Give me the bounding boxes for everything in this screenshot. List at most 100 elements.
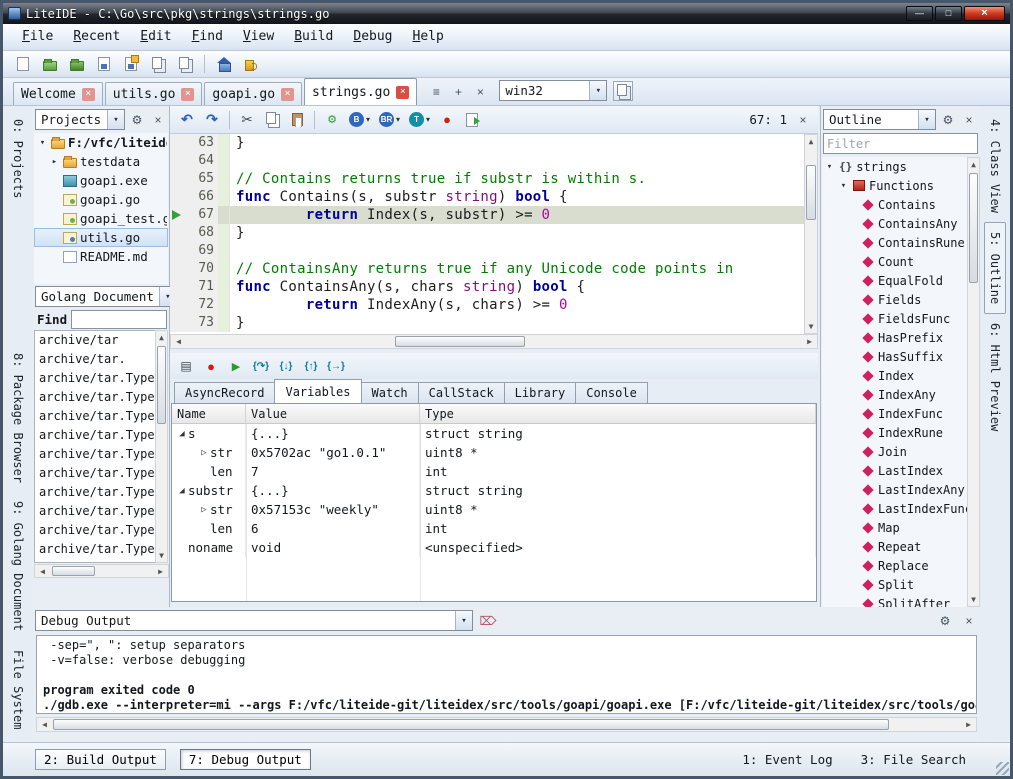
debug-start-icon[interactable]: ● bbox=[436, 109, 458, 131]
session-icon[interactable] bbox=[174, 53, 196, 75]
scroll-up-icon[interactable]: ▲ bbox=[968, 158, 979, 171]
tab-close-icon[interactable]: × bbox=[82, 88, 95, 101]
clear-output-icon[interactable]: ⌦ bbox=[479, 612, 497, 630]
expand-arrow-icon[interactable]: ▾ bbox=[824, 162, 835, 172]
golang-document-combo[interactable]: Golang Document ▾ bbox=[35, 286, 177, 307]
doc-list-item[interactable]: archive/tar.TypeCont bbox=[35, 407, 167, 426]
code-line[interactable]: 70// ContainsAny returns true if any Uni… bbox=[170, 260, 804, 278]
doc-list-item[interactable]: archive/tar bbox=[35, 331, 167, 350]
scroll-right-icon[interactable]: ▶ bbox=[961, 718, 976, 731]
breakpoint-margin[interactable] bbox=[170, 152, 184, 170]
rail-item-file-system[interactable]: File System bbox=[8, 641, 28, 738]
rail-item-5-outline[interactable]: 5: Outline bbox=[984, 222, 1006, 314]
outline-function-index[interactable]: Index bbox=[822, 366, 967, 385]
scroll-thumb[interactable] bbox=[52, 566, 95, 576]
tab-close-icon[interactable]: × bbox=[181, 88, 194, 101]
scroll-left-icon[interactable]: ◀ bbox=[35, 565, 50, 577]
outline-function-splitafter[interactable]: SplitAfter bbox=[822, 594, 967, 607]
tab-close-icon[interactable]: × bbox=[396, 86, 409, 99]
code-line[interactable]: 72 return IndexAny(s, chars) >= 0 bbox=[170, 296, 804, 314]
status-label-1-event-log[interactable]: 1: Event Log bbox=[742, 752, 832, 767]
stop-debug-icon[interactable]: ● bbox=[201, 356, 221, 376]
code-line[interactable]: 67 return Index(s, substr) >= 0 bbox=[170, 206, 804, 224]
status-button-2-build-output[interactable]: 2: Build Output bbox=[35, 749, 166, 770]
scroll-thumb[interactable] bbox=[157, 346, 166, 424]
status-button-7-debug-output[interactable]: 7: Debug Output bbox=[180, 749, 311, 770]
test-menu-button[interactable]: T▾ bbox=[406, 110, 433, 129]
file-list-icon[interactable]: ≡ bbox=[427, 83, 445, 101]
expand-arrow-icon[interactable]: ▸ bbox=[49, 157, 60, 167]
doc-list-item[interactable]: archive/tar. bbox=[35, 350, 167, 369]
doc-list-item[interactable]: archive/tar.TypeFifo bbox=[35, 445, 167, 464]
debug-tab-variables[interactable]: Variables bbox=[274, 379, 361, 403]
new-file-icon[interactable] bbox=[12, 53, 34, 75]
close-editor-icon[interactable]: × bbox=[794, 111, 812, 129]
tree-item-f-vfc-liteide-g[interactable]: ▾F:/vfc/liteide-g bbox=[34, 133, 168, 152]
step-over-icon[interactable]: {↷} bbox=[251, 356, 271, 376]
close-icon[interactable]: × bbox=[960, 111, 978, 129]
scroll-thumb[interactable] bbox=[806, 165, 816, 220]
variable-row[interactable]: nonamevoid<unspecified> bbox=[172, 538, 816, 557]
copy-icon[interactable] bbox=[261, 109, 283, 131]
outline-function-fieldsfunc[interactable]: FieldsFunc bbox=[822, 309, 967, 328]
code-line[interactable]: 68} bbox=[170, 224, 804, 242]
redo-icon[interactable]: ↷ bbox=[201, 109, 223, 131]
debug-output-text[interactable]: -sep=", ": setup separators -v=false: ve… bbox=[36, 635, 977, 714]
menu-find[interactable]: Find bbox=[183, 26, 232, 48]
status-label-3-file-search[interactable]: 3: File Search bbox=[861, 752, 966, 767]
tab-utils-go[interactable]: utils.go× bbox=[105, 82, 203, 105]
run-to-cursor-icon[interactable]: {→} bbox=[326, 356, 346, 376]
scroll-thumb[interactable] bbox=[395, 336, 524, 347]
debug-tab-callstack[interactable]: CallStack bbox=[418, 382, 505, 403]
code-line[interactable]: 65// Contains returns true if substr is … bbox=[170, 170, 804, 188]
tree-item-goapi-go[interactable]: goapi.go bbox=[34, 190, 168, 209]
scroll-left-icon[interactable]: ◀ bbox=[171, 335, 186, 348]
expand-arrow-icon[interactable]: ▷ bbox=[198, 505, 210, 515]
outline-function-containsrune[interactable]: ContainsRune bbox=[822, 233, 967, 252]
column-header-name[interactable]: Name bbox=[172, 404, 246, 423]
save-file-icon[interactable] bbox=[93, 53, 115, 75]
tree-item-readme-md[interactable]: README.md bbox=[34, 247, 168, 266]
variable-row[interactable]: len7int bbox=[172, 462, 816, 481]
rail-item-4-class-view[interactable]: 4: Class View bbox=[985, 110, 1005, 222]
tab-close-icon[interactable]: × bbox=[281, 88, 294, 101]
tab-strings-go[interactable]: strings.go× bbox=[304, 78, 417, 105]
code-line[interactable]: 64 bbox=[170, 152, 804, 170]
outline-function-split[interactable]: Split bbox=[822, 575, 967, 594]
close-icon[interactable]: × bbox=[149, 111, 167, 129]
breakpoint-margin[interactable] bbox=[170, 314, 184, 332]
projects-combo[interactable]: Projects ▾ bbox=[35, 109, 125, 130]
doc-list-item[interactable]: archive/tar.TypeChar bbox=[35, 388, 167, 407]
menu-view[interactable]: View bbox=[234, 26, 283, 48]
breakpoint-margin[interactable] bbox=[170, 206, 184, 224]
outline-group-functions[interactable]: ▾Functions bbox=[822, 176, 967, 195]
recent-docs-icon[interactable] bbox=[147, 53, 169, 75]
menu-help[interactable]: Help bbox=[404, 26, 453, 48]
column-header-type[interactable]: Type bbox=[420, 404, 816, 423]
outline-function-replace[interactable]: Replace bbox=[822, 556, 967, 575]
expand-arrow-icon[interactable]: ◢ bbox=[176, 429, 188, 439]
menu-edit[interactable]: Edit bbox=[131, 26, 180, 48]
rail-item-0-projects[interactable]: 0: Projects bbox=[8, 110, 28, 207]
breakpoint-margin[interactable] bbox=[170, 224, 184, 242]
breakpoint-margin[interactable] bbox=[170, 242, 184, 260]
open-project-icon[interactable] bbox=[66, 53, 88, 75]
open-file-icon[interactable] bbox=[39, 53, 61, 75]
tab-goapi-go[interactable]: goapi.go× bbox=[204, 82, 302, 105]
tab-welcome[interactable]: Welcome× bbox=[13, 82, 103, 105]
debug-output-hscrollbar[interactable]: ◀ ▶ bbox=[36, 717, 977, 732]
variable-row[interactable]: ▷str0x5702ac "go1.0.1"uint8 * bbox=[172, 443, 816, 462]
gear-icon[interactable]: ⚙ bbox=[936, 612, 954, 630]
build-gear-icon[interactable]: ⚙ bbox=[321, 109, 343, 131]
doc-list-item[interactable]: archive/tar.TypeReg bbox=[35, 483, 167, 502]
debug-tab-asyncrecord[interactable]: AsyncRecord bbox=[174, 382, 275, 403]
outline-function-indexrune[interactable]: IndexRune bbox=[822, 423, 967, 442]
build-menu-button[interactable]: B▾ bbox=[346, 110, 373, 129]
variable-row[interactable]: len6int bbox=[172, 519, 816, 538]
debug-log-icon[interactable]: ▤ bbox=[176, 356, 196, 376]
home-icon[interactable] bbox=[213, 53, 235, 75]
menu-file[interactable]: File bbox=[13, 26, 62, 48]
maximize-button[interactable]: □ bbox=[935, 6, 962, 21]
undo-icon[interactable]: ↶ bbox=[176, 109, 198, 131]
editor-vscrollbar[interactable]: ▲ ▼ bbox=[804, 134, 818, 334]
